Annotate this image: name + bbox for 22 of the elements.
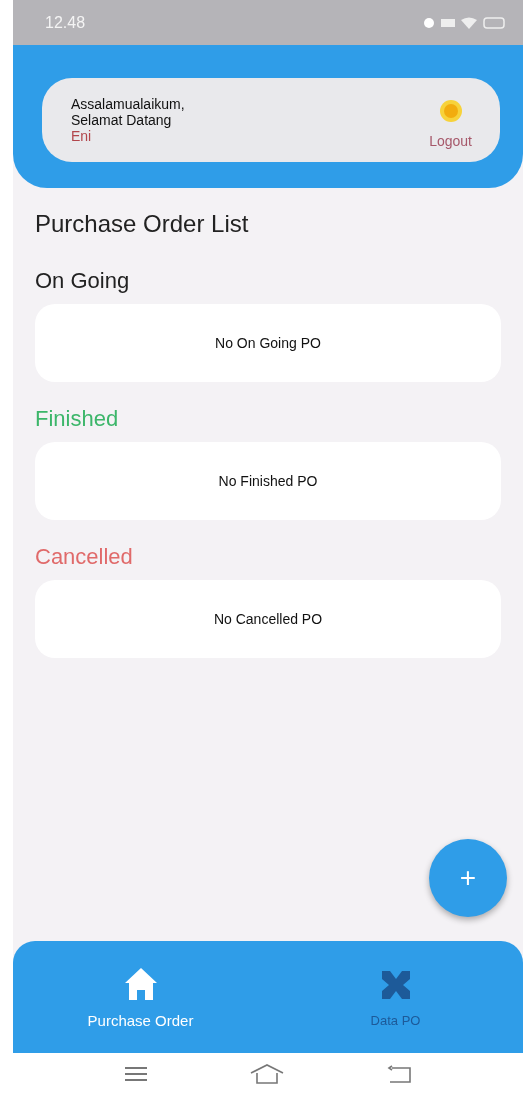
section-heading: On Going [35,268,131,294]
home-icon[interactable] [249,1064,285,1084]
logout-button[interactable]: Logout [429,133,472,149]
greeting-text: Assalamualaikum, [71,96,185,112]
section-heading: Cancelled [35,544,134,570]
empty-message: No On Going PO [215,335,321,351]
back-icon[interactable] [386,1065,413,1083]
empty-message: No Cancelled PO [213,611,323,627]
wifi-icon [461,16,477,29]
page-title: Purchase Order List [35,210,250,238]
home-icon [123,965,158,1002]
add-button[interactable]: + [429,839,507,917]
status-time: 12.48 [45,13,86,32]
empty-message: No Finished PO [218,473,318,489]
avatar-icon [438,99,463,123]
menu-icon[interactable] [123,1066,148,1082]
nav-tab[interactable]: Purchase Order [13,941,268,1053]
section-heading: Finished [35,406,120,432]
user-name: Eni [71,128,93,144]
nav-tab[interactable]: Data PO [268,941,523,1053]
battery-icon [483,16,505,29]
welcome-text: Selamat Datang [71,112,173,128]
